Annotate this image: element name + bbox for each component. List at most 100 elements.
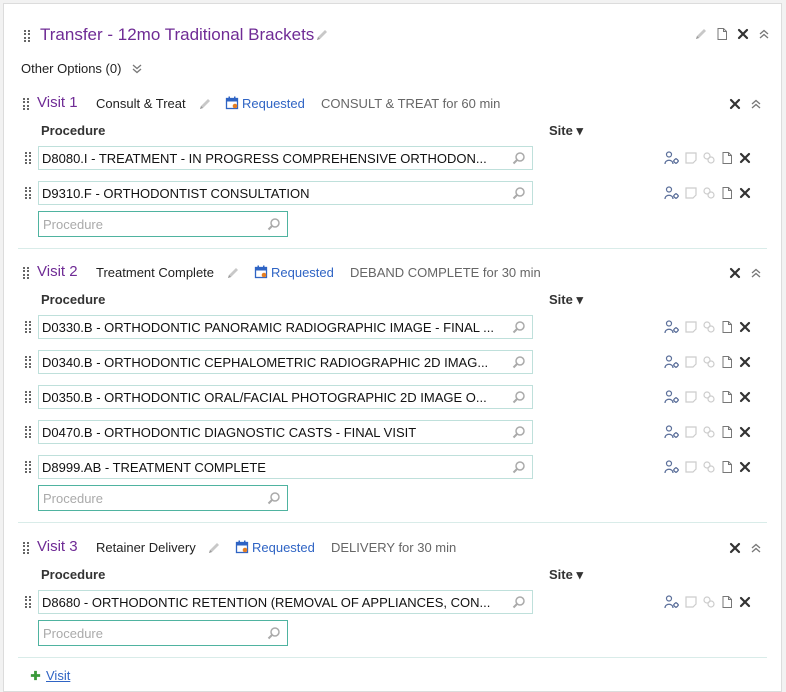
document-icon[interactable]: [720, 186, 734, 200]
sticky-note-icon: [684, 320, 698, 334]
calendar-icon[interactable]: [235, 540, 249, 554]
site-column-header[interactable]: Site ▾: [549, 292, 583, 308]
visit-description: DEBAND COMPLETE for 30 min: [350, 265, 541, 280]
provider-icon[interactable]: [664, 595, 680, 609]
plus-icon[interactable]: [29, 669, 42, 682]
link-icon: [702, 425, 716, 439]
visit-remove-icon[interactable]: [728, 97, 742, 111]
sticky-note-icon: [684, 460, 698, 474]
new-procedure-input[interactable]: Procedure: [38, 620, 288, 646]
procedure-drag-handle-icon[interactable]: [25, 187, 31, 199]
remove-procedure-icon[interactable]: [738, 320, 752, 334]
procedure-drag-handle-icon[interactable]: [25, 426, 31, 438]
visit-status-link[interactable]: Requested: [242, 96, 305, 111]
remove-procedure-icon[interactable]: [738, 151, 752, 165]
plan-edit-pencil-icon[interactable]: [315, 28, 329, 42]
document-icon[interactable]: [720, 320, 734, 334]
procedure-field[interactable]: D8080.I - TREATMENT - IN PROGRESS COMPRE…: [38, 146, 533, 170]
search-icon[interactable]: [512, 320, 526, 334]
add-visit-button[interactable]: Visit: [29, 668, 70, 683]
provider-icon[interactable]: [664, 320, 680, 334]
procedure-field[interactable]: D8999.AB - TREATMENT COMPLETE: [38, 455, 533, 479]
visit-edit-pencil-icon[interactable]: [226, 266, 240, 280]
visit-status-link[interactable]: Requested: [271, 265, 334, 280]
procedure-column-header: Procedure: [41, 292, 106, 307]
visit-title[interactable]: Visit 3: [37, 538, 78, 555]
provider-icon[interactable]: [664, 186, 680, 200]
visit-edit-pencil-icon[interactable]: [198, 97, 212, 111]
search-icon[interactable]: [512, 425, 526, 439]
calendar-icon[interactable]: [225, 96, 239, 110]
search-icon[interactable]: [512, 460, 526, 474]
visit-name: Treatment Complete: [96, 265, 215, 280]
remove-procedure-icon[interactable]: [738, 460, 752, 474]
sticky-note-icon: [684, 390, 698, 404]
visit-title[interactable]: Visit 1: [37, 94, 78, 111]
provider-icon[interactable]: [664, 355, 680, 369]
visit-title[interactable]: Visit 2: [37, 263, 78, 280]
procedure-field[interactable]: D0470.B - ORTHODONTIC DIAGNOSTIC CASTS -…: [38, 420, 533, 444]
procedure-drag-handle-icon[interactable]: [25, 321, 31, 333]
search-icon[interactable]: [267, 626, 281, 640]
procedure-field[interactable]: D0340.B - ORTHODONTIC CEPHALOMETRIC RADI…: [38, 350, 533, 374]
visit-collapse-icon[interactable]: [749, 97, 763, 111]
procedure-drag-handle-icon[interactable]: [25, 461, 31, 473]
link-icon: [702, 320, 716, 334]
procedure-drag-handle-icon[interactable]: [25, 152, 31, 164]
document-icon[interactable]: [720, 151, 734, 165]
plan-collapse-icon[interactable]: [757, 27, 771, 41]
visit-collapse-icon[interactable]: [749, 541, 763, 555]
plan-remove-icon[interactable]: [736, 27, 750, 41]
plan-edit-icon[interactable]: [694, 27, 708, 41]
procedure-drag-handle-icon[interactable]: [25, 596, 31, 608]
search-icon[interactable]: [512, 595, 526, 609]
site-column-header[interactable]: Site ▾: [549, 123, 583, 139]
search-icon[interactable]: [512, 151, 526, 165]
search-icon[interactable]: [512, 186, 526, 200]
plan-drag-handle-icon[interactable]: [24, 30, 30, 42]
visit-drag-handle-icon[interactable]: [23, 267, 29, 279]
provider-icon[interactable]: [664, 425, 680, 439]
search-icon[interactable]: [267, 491, 281, 505]
remove-procedure-icon[interactable]: [738, 390, 752, 404]
document-icon[interactable]: [720, 425, 734, 439]
procedure-field[interactable]: D0330.B - ORTHODONTIC PANORAMIC RADIOGRA…: [38, 315, 533, 339]
provider-icon[interactable]: [664, 460, 680, 474]
search-icon[interactable]: [267, 217, 281, 231]
procedure-drag-handle-icon[interactable]: [25, 356, 31, 368]
visit-collapse-icon[interactable]: [749, 266, 763, 280]
add-visit-link[interactable]: Visit: [46, 668, 70, 683]
remove-procedure-icon[interactable]: [738, 425, 752, 439]
visit-drag-handle-icon[interactable]: [23, 98, 29, 110]
procedure-drag-handle-icon[interactable]: [25, 391, 31, 403]
visit-remove-icon[interactable]: [728, 266, 742, 280]
document-icon[interactable]: [720, 390, 734, 404]
calendar-icon[interactable]: [254, 265, 268, 279]
remove-procedure-icon[interactable]: [738, 595, 752, 609]
new-procedure-input[interactable]: Procedure: [38, 211, 288, 237]
procedure-field[interactable]: D8680 - ORTHODONTIC RETENTION (REMOVAL O…: [38, 590, 533, 614]
remove-procedure-icon[interactable]: [738, 355, 752, 369]
search-icon[interactable]: [512, 390, 526, 404]
provider-icon[interactable]: [664, 151, 680, 165]
site-column-header[interactable]: Site ▾: [549, 567, 583, 583]
search-icon[interactable]: [512, 355, 526, 369]
procedure-field[interactable]: D0350.B - ORTHODONTIC ORAL/FACIAL PHOTOG…: [38, 385, 533, 409]
visit-edit-pencil-icon[interactable]: [207, 541, 221, 555]
other-options-expand-icon[interactable]: [130, 62, 144, 76]
document-icon[interactable]: [720, 355, 734, 369]
visit-1-section: Visit 1 Consult & Treat Requested CONSUL…: [18, 89, 767, 249]
document-icon[interactable]: [720, 595, 734, 609]
visit-status-link[interactable]: Requested: [252, 540, 315, 555]
remove-procedure-icon[interactable]: [738, 186, 752, 200]
procedure-column-header: Procedure: [41, 123, 106, 138]
document-icon[interactable]: [720, 460, 734, 474]
visit-remove-icon[interactable]: [728, 541, 742, 555]
plan-title[interactable]: Transfer - 12mo Traditional Brackets: [40, 25, 314, 45]
plan-note-icon[interactable]: [715, 27, 729, 41]
provider-icon[interactable]: [664, 390, 680, 404]
visit-drag-handle-icon[interactable]: [23, 542, 29, 554]
procedure-field[interactable]: D9310.F - ORTHODONTIST CONSULTATION: [38, 181, 533, 205]
new-procedure-input[interactable]: Procedure: [38, 485, 288, 511]
other-options-toggle[interactable]: Other Options (0): [21, 61, 121, 76]
